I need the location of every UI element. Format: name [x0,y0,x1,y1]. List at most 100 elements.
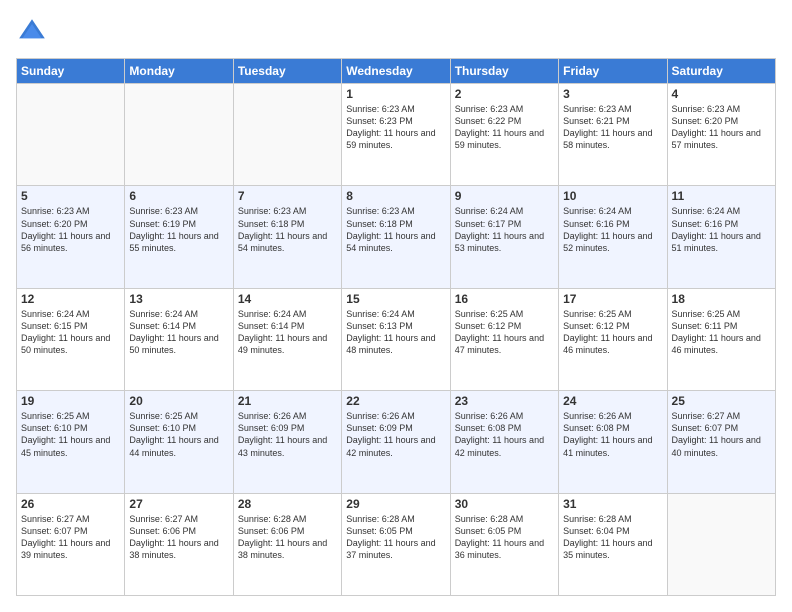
calendar-cell: 24Sunrise: 6:26 AM Sunset: 6:08 PM Dayli… [559,391,667,493]
calendar-cell: 12Sunrise: 6:24 AM Sunset: 6:15 PM Dayli… [17,288,125,390]
day-number: 6 [129,189,228,203]
calendar-cell: 29Sunrise: 6:28 AM Sunset: 6:05 PM Dayli… [342,493,450,595]
day-info: Sunrise: 6:25 AM Sunset: 6:11 PM Dayligh… [672,308,771,357]
calendar-cell: 3Sunrise: 6:23 AM Sunset: 6:21 PM Daylig… [559,84,667,186]
day-info: Sunrise: 6:28 AM Sunset: 6:05 PM Dayligh… [455,513,554,562]
day-number: 4 [672,87,771,101]
calendar-cell: 16Sunrise: 6:25 AM Sunset: 6:12 PM Dayli… [450,288,558,390]
day-info: Sunrise: 6:24 AM Sunset: 6:14 PM Dayligh… [129,308,228,357]
calendar-cell: 22 Sunrise: 6:26 AM Sunset: 6:09 PM Dayli… [342,391,450,493]
day-info: Sunrise: 6:24 AM Sunset: 6:15 PM Dayligh… [21,308,120,357]
calendar-cell: 19Sunrise: 6:25 AM Sunset: 6:10 PM Dayli… [17,391,125,493]
day-number: 17 [563,292,662,306]
day-number: 13 [129,292,228,306]
logo-icon [16,16,48,48]
calendar-cell: 23 Sunrise: 6:26 AM Sunset: 6:08 PM Dayli… [450,391,558,493]
page: SundayMondayTuesdayWednesdayThursdayFrid… [0,0,792,612]
calendar-cell: 5 Sunrise: 6:23 AM Sunset: 6:20 PM Daylig… [17,186,125,288]
header [16,16,776,48]
day-number: 11 [672,189,771,203]
day-number: 15 [346,292,445,306]
day-info: Sunrise: 6:26 AM Sunset: 6:08 PM Dayligh… [563,410,662,459]
calendar-cell: 31Sunrise: 6:28 AM Sunset: 6:04 PM Dayli… [559,493,667,595]
weekday-header-tuesday: Tuesday [233,59,341,84]
day-number: 25 [672,394,771,408]
day-number: 19 [21,394,120,408]
day-number: 27 [129,497,228,511]
day-number: 8 [346,189,445,203]
day-number: 23 [455,394,554,408]
day-number: 28 [238,497,337,511]
calendar-cell: 9 Sunrise: 6:24 AM Sunset: 6:17 PM Daylig… [450,186,558,288]
calendar-cell: 21 Sunrise: 6:26 AM Sunset: 6:09 PM Dayli… [233,391,341,493]
calendar-cell [17,84,125,186]
day-number: 14 [238,292,337,306]
calendar-week-row: 12Sunrise: 6:24 AM Sunset: 6:15 PM Dayli… [17,288,776,390]
weekday-header-row: SundayMondayTuesdayWednesdayThursdayFrid… [17,59,776,84]
day-info: Sunrise: 6:28 AM Sunset: 6:04 PM Dayligh… [563,513,662,562]
calendar-cell: 18 Sunrise: 6:25 AM Sunset: 6:11 PM Dayli… [667,288,775,390]
day-info: Sunrise: 6:23 AM Sunset: 6:22 PM Dayligh… [455,103,554,152]
day-number: 26 [21,497,120,511]
calendar-cell: 2 Sunrise: 6:23 AM Sunset: 6:22 PM Daylig… [450,84,558,186]
day-info: Sunrise: 6:23 AM Sunset: 6:18 PM Dayligh… [238,205,337,254]
calendar-cell [667,493,775,595]
day-info: Sunrise: 6:23 AM Sunset: 6:21 PM Dayligh… [563,103,662,152]
calendar-cell: 8 Sunrise: 6:23 AM Sunset: 6:18 PM Daylig… [342,186,450,288]
day-number: 22 [346,394,445,408]
day-info: Sunrise: 6:25 AM Sunset: 6:12 PM Dayligh… [563,308,662,357]
calendar-cell: 15 Sunrise: 6:24 AM Sunset: 6:13 PM Dayli… [342,288,450,390]
day-info: Sunrise: 6:26 AM Sunset: 6:09 PM Dayligh… [346,410,445,459]
weekday-header-wednesday: Wednesday [342,59,450,84]
weekday-header-sunday: Sunday [17,59,125,84]
day-number: 2 [455,87,554,101]
weekday-header-monday: Monday [125,59,233,84]
calendar-cell [125,84,233,186]
day-number: 5 [21,189,120,203]
day-number: 10 [563,189,662,203]
day-number: 18 [672,292,771,306]
calendar-cell: 7 Sunrise: 6:23 AM Sunset: 6:18 PM Daylig… [233,186,341,288]
day-number: 30 [455,497,554,511]
day-info: Sunrise: 6:23 AM Sunset: 6:23 PM Dayligh… [346,103,445,152]
calendar-cell: 4 Sunrise: 6:23 AM Sunset: 6:20 PM Daylig… [667,84,775,186]
calendar-cell: 14 Sunrise: 6:24 AM Sunset: 6:14 PM Dayli… [233,288,341,390]
day-info: Sunrise: 6:27 AM Sunset: 6:07 PM Dayligh… [672,410,771,459]
calendar-cell [233,84,341,186]
day-info: Sunrise: 6:26 AM Sunset: 6:09 PM Dayligh… [238,410,337,459]
calendar-cell: 13 Sunrise: 6:24 AM Sunset: 6:14 PM Dayli… [125,288,233,390]
day-info: Sunrise: 6:27 AM Sunset: 6:07 PM Dayligh… [21,513,120,562]
calendar-week-row: 19Sunrise: 6:25 AM Sunset: 6:10 PM Dayli… [17,391,776,493]
calendar-cell: 26 Sunrise: 6:27 AM Sunset: 6:07 PM Dayli… [17,493,125,595]
calendar-cell: 20Sunrise: 6:25 AM Sunset: 6:10 PM Dayli… [125,391,233,493]
day-info: Sunrise: 6:23 AM Sunset: 6:20 PM Dayligh… [672,103,771,152]
calendar-cell: 1 Sunrise: 6:23 AM Sunset: 6:23 PM Daylig… [342,84,450,186]
day-number: 21 [238,394,337,408]
calendar-cell: 30 Sunrise: 6:28 AM Sunset: 6:05 PM Dayli… [450,493,558,595]
calendar-cell: 17 Sunrise: 6:25 AM Sunset: 6:12 PM Dayli… [559,288,667,390]
weekday-header-friday: Friday [559,59,667,84]
day-info: Sunrise: 6:24 AM Sunset: 6:13 PM Dayligh… [346,308,445,357]
day-info: Sunrise: 6:23 AM Sunset: 6:20 PM Dayligh… [21,205,120,254]
day-info: Sunrise: 6:23 AM Sunset: 6:19 PM Dayligh… [129,205,228,254]
calendar-table: SundayMondayTuesdayWednesdayThursdayFrid… [16,58,776,596]
day-info: Sunrise: 6:24 AM Sunset: 6:16 PM Dayligh… [563,205,662,254]
day-number: 7 [238,189,337,203]
calendar-cell: 28 Sunrise: 6:28 AM Sunset: 6:06 PM Dayli… [233,493,341,595]
day-info: Sunrise: 6:27 AM Sunset: 6:06 PM Dayligh… [129,513,228,562]
day-info: Sunrise: 6:26 AM Sunset: 6:08 PM Dayligh… [455,410,554,459]
calendar-week-row: 1 Sunrise: 6:23 AM Sunset: 6:23 PM Daylig… [17,84,776,186]
day-number: 16 [455,292,554,306]
day-info: Sunrise: 6:28 AM Sunset: 6:06 PM Dayligh… [238,513,337,562]
day-info: Sunrise: 6:24 AM Sunset: 6:16 PM Dayligh… [672,205,771,254]
weekday-header-saturday: Saturday [667,59,775,84]
day-info: Sunrise: 6:24 AM Sunset: 6:14 PM Dayligh… [238,308,337,357]
calendar-cell: 27 Sunrise: 6:27 AM Sunset: 6:06 PM Dayli… [125,493,233,595]
day-info: Sunrise: 6:24 AM Sunset: 6:17 PM Dayligh… [455,205,554,254]
day-number: 9 [455,189,554,203]
day-info: Sunrise: 6:23 AM Sunset: 6:18 PM Dayligh… [346,205,445,254]
calendar-cell: 10 Sunrise: 6:24 AM Sunset: 6:16 PM Dayli… [559,186,667,288]
calendar-week-row: 26 Sunrise: 6:27 AM Sunset: 6:07 PM Dayli… [17,493,776,595]
day-number: 1 [346,87,445,101]
calendar-week-row: 5 Sunrise: 6:23 AM Sunset: 6:20 PM Daylig… [17,186,776,288]
